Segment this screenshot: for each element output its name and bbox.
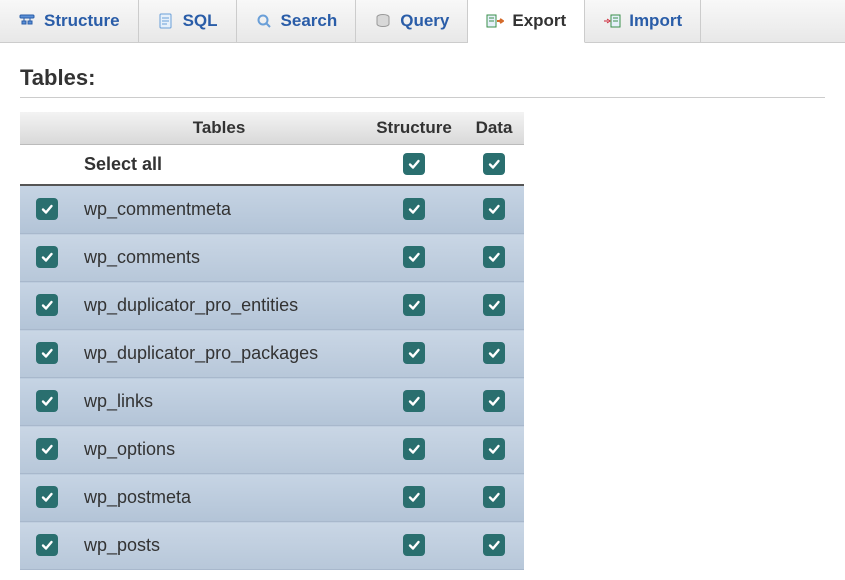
structure-icon [18, 12, 36, 30]
row-select-cell [20, 234, 74, 282]
tab-label: Export [512, 11, 566, 31]
row-structure-cell [364, 426, 464, 474]
row-data-checkbox[interactable] [483, 390, 505, 412]
select-all-label[interactable]: Select all [74, 145, 364, 186]
row-select-checkbox[interactable] [36, 294, 58, 316]
row-select-cell [20, 330, 74, 378]
export-tables-section: Tables: Tables Structure Data Select all… [0, 43, 845, 580]
tab-label: Search [281, 11, 338, 31]
table-row: wp_duplicator_pro_packages [20, 330, 524, 378]
top-tabs: Structure SQL Search Query Export Import [0, 0, 845, 43]
table-row: wp_postmeta [20, 474, 524, 522]
tab-sql[interactable]: SQL [139, 0, 237, 42]
row-select-checkbox[interactable] [36, 342, 58, 364]
column-header-data: Data [464, 112, 524, 145]
row-data-cell [464, 234, 524, 282]
tab-structure[interactable]: Structure [0, 0, 139, 42]
row-select-cell [20, 522, 74, 570]
row-select-cell [20, 185, 74, 234]
row-data-checkbox[interactable] [483, 342, 505, 364]
select-all-row: Select all [20, 145, 524, 186]
row-data-cell [464, 185, 524, 234]
row-structure-checkbox[interactable] [403, 438, 425, 460]
row-table-name[interactable]: wp_commentmeta [74, 185, 364, 234]
row-data-cell [464, 426, 524, 474]
row-select-checkbox[interactable] [36, 534, 58, 556]
row-data-checkbox[interactable] [483, 438, 505, 460]
row-table-name[interactable]: wp_duplicator_pro_packages [74, 330, 364, 378]
row-data-cell [464, 378, 524, 426]
row-structure-cell [364, 185, 464, 234]
row-data-checkbox[interactable] [483, 294, 505, 316]
search-icon [255, 12, 273, 30]
column-header-tables: Tables [74, 112, 364, 145]
section-title: Tables: [20, 65, 825, 98]
row-data-checkbox[interactable] [483, 198, 505, 220]
row-data-checkbox[interactable] [483, 486, 505, 508]
tab-export[interactable]: Export [468, 0, 585, 43]
tab-label: Import [629, 11, 682, 31]
row-data-cell [464, 330, 524, 378]
table-row: wp_commentmeta [20, 185, 524, 234]
select-all-structure-checkbox[interactable] [403, 153, 425, 175]
column-header-select [20, 112, 74, 145]
table-row: wp_posts [20, 522, 524, 570]
row-select-checkbox[interactable] [36, 486, 58, 508]
table-row: wp_comments [20, 234, 524, 282]
row-structure-checkbox[interactable] [403, 246, 425, 268]
row-structure-checkbox[interactable] [403, 294, 425, 316]
sql-icon [157, 12, 175, 30]
tab-label: SQL [183, 11, 218, 31]
row-table-name[interactable]: wp_duplicator_pro_entities [74, 282, 364, 330]
row-select-checkbox[interactable] [36, 438, 58, 460]
row-structure-checkbox[interactable] [403, 198, 425, 220]
row-table-name[interactable]: wp_links [74, 378, 364, 426]
row-data-checkbox[interactable] [483, 534, 505, 556]
row-select-checkbox[interactable] [36, 246, 58, 268]
row-data-cell [464, 282, 524, 330]
row-structure-cell [364, 378, 464, 426]
import-icon [603, 12, 621, 30]
row-structure-cell [364, 282, 464, 330]
column-header-structure: Structure [364, 112, 464, 145]
row-select-cell [20, 474, 74, 522]
table-row: wp_links [20, 378, 524, 426]
select-all-checkbox-cell [20, 145, 74, 186]
row-structure-cell [364, 234, 464, 282]
row-data-cell [464, 522, 524, 570]
row-select-cell [20, 282, 74, 330]
row-select-cell [20, 378, 74, 426]
row-structure-cell [364, 330, 464, 378]
row-data-checkbox[interactable] [483, 246, 505, 268]
row-select-checkbox[interactable] [36, 198, 58, 220]
row-data-cell [464, 474, 524, 522]
row-structure-checkbox[interactable] [403, 342, 425, 364]
tab-label: Query [400, 11, 449, 31]
row-select-checkbox[interactable] [36, 390, 58, 412]
select-all-structure-cell [364, 145, 464, 186]
tables-table: Tables Structure Data Select allwp_comme… [20, 112, 524, 570]
row-structure-checkbox[interactable] [403, 390, 425, 412]
tab-query[interactable]: Query [356, 0, 468, 42]
row-table-name[interactable]: wp_comments [74, 234, 364, 282]
tab-import[interactable]: Import [585, 0, 701, 42]
query-icon [374, 12, 392, 30]
row-table-name[interactable]: wp_posts [74, 522, 364, 570]
row-structure-cell [364, 522, 464, 570]
table-row: wp_duplicator_pro_entities [20, 282, 524, 330]
tab-label: Structure [44, 11, 120, 31]
export-icon [486, 12, 504, 30]
row-table-name[interactable]: wp_options [74, 426, 364, 474]
select-all-data-cell [464, 145, 524, 186]
select-all-data-checkbox[interactable] [483, 153, 505, 175]
row-structure-cell [364, 474, 464, 522]
table-row: wp_options [20, 426, 524, 474]
row-select-cell [20, 426, 74, 474]
row-structure-checkbox[interactable] [403, 534, 425, 556]
row-structure-checkbox[interactable] [403, 486, 425, 508]
tab-search[interactable]: Search [237, 0, 357, 42]
row-table-name[interactable]: wp_postmeta [74, 474, 364, 522]
